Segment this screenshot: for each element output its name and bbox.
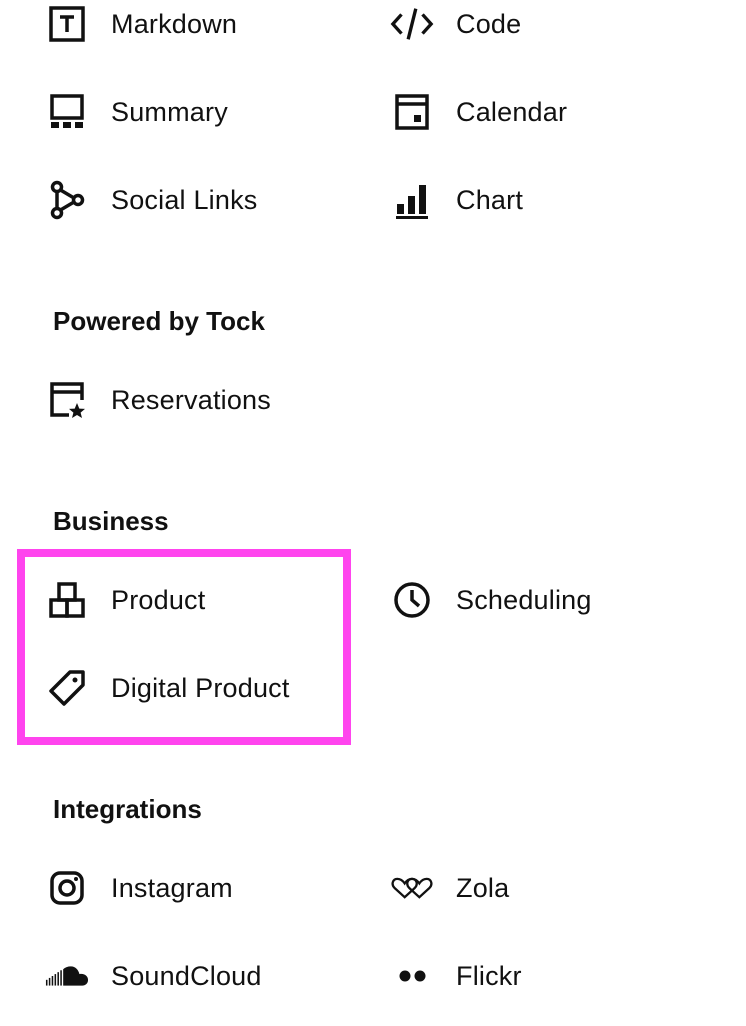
- block-instagram[interactable]: Instagram: [50, 860, 233, 916]
- clock-icon: [390, 578, 434, 622]
- share-icon: [45, 178, 89, 222]
- block-reservations-label: Reservations: [111, 384, 271, 415]
- block-flickr[interactable]: Flickr: [398, 948, 522, 1004]
- block-digital-product[interactable]: Digital Product: [49, 660, 290, 716]
- zola-icon: [390, 866, 434, 910]
- block-calendar[interactable]: Calendar: [395, 84, 568, 140]
- block-product[interactable]: Product: [49, 572, 206, 628]
- block-digital-product-label: Digital Product: [111, 672, 290, 703]
- block-product-label: Product: [111, 584, 206, 615]
- block-soundcloud[interactable]: SoundCloud: [45, 948, 262, 1004]
- block-soundcloud-label: SoundCloud: [111, 960, 262, 991]
- reservations-icon: [45, 378, 89, 422]
- block-scheduling[interactable]: Scheduling: [394, 572, 592, 628]
- tag-icon: [45, 666, 89, 710]
- code-icon: [390, 2, 434, 46]
- section-heading-business: Business: [53, 506, 169, 536]
- chart-icon: [390, 178, 434, 222]
- soundcloud-icon: [45, 954, 89, 998]
- block-social-links-label: Social Links: [111, 184, 258, 215]
- markdown-icon: [45, 2, 89, 46]
- block-reservations[interactable]: Reservations: [50, 372, 271, 428]
- block-social-links[interactable]: Social Links: [50, 172, 258, 228]
- calendar-icon: [390, 90, 434, 134]
- block-scheduling-label: Scheduling: [456, 584, 592, 615]
- block-code[interactable]: Code: [390, 0, 522, 52]
- block-chart-label: Chart: [456, 184, 524, 215]
- block-chart[interactable]: Chart: [396, 172, 524, 228]
- block-calendar-label: Calendar: [456, 96, 568, 127]
- flickr-icon: [390, 954, 434, 998]
- block-markdown[interactable]: Markdown: [49, 0, 238, 52]
- block-summary[interactable]: Summary: [50, 84, 228, 140]
- block-markdown-label: Markdown: [111, 8, 238, 39]
- block-code-label: Code: [456, 8, 522, 39]
- instagram-icon: [45, 866, 89, 910]
- product-icon: [45, 578, 89, 622]
- section-heading-tock: Powered by Tock: [53, 306, 265, 336]
- summary-icon: [45, 90, 89, 134]
- block-instagram-label: Instagram: [111, 872, 233, 903]
- block-zola-label: Zola: [456, 872, 510, 903]
- block-flickr-label: Flickr: [456, 960, 522, 991]
- section-heading-integrations: Integrations: [53, 794, 202, 824]
- block-zola[interactable]: Zola: [391, 860, 510, 916]
- block-summary-label: Summary: [111, 96, 228, 127]
